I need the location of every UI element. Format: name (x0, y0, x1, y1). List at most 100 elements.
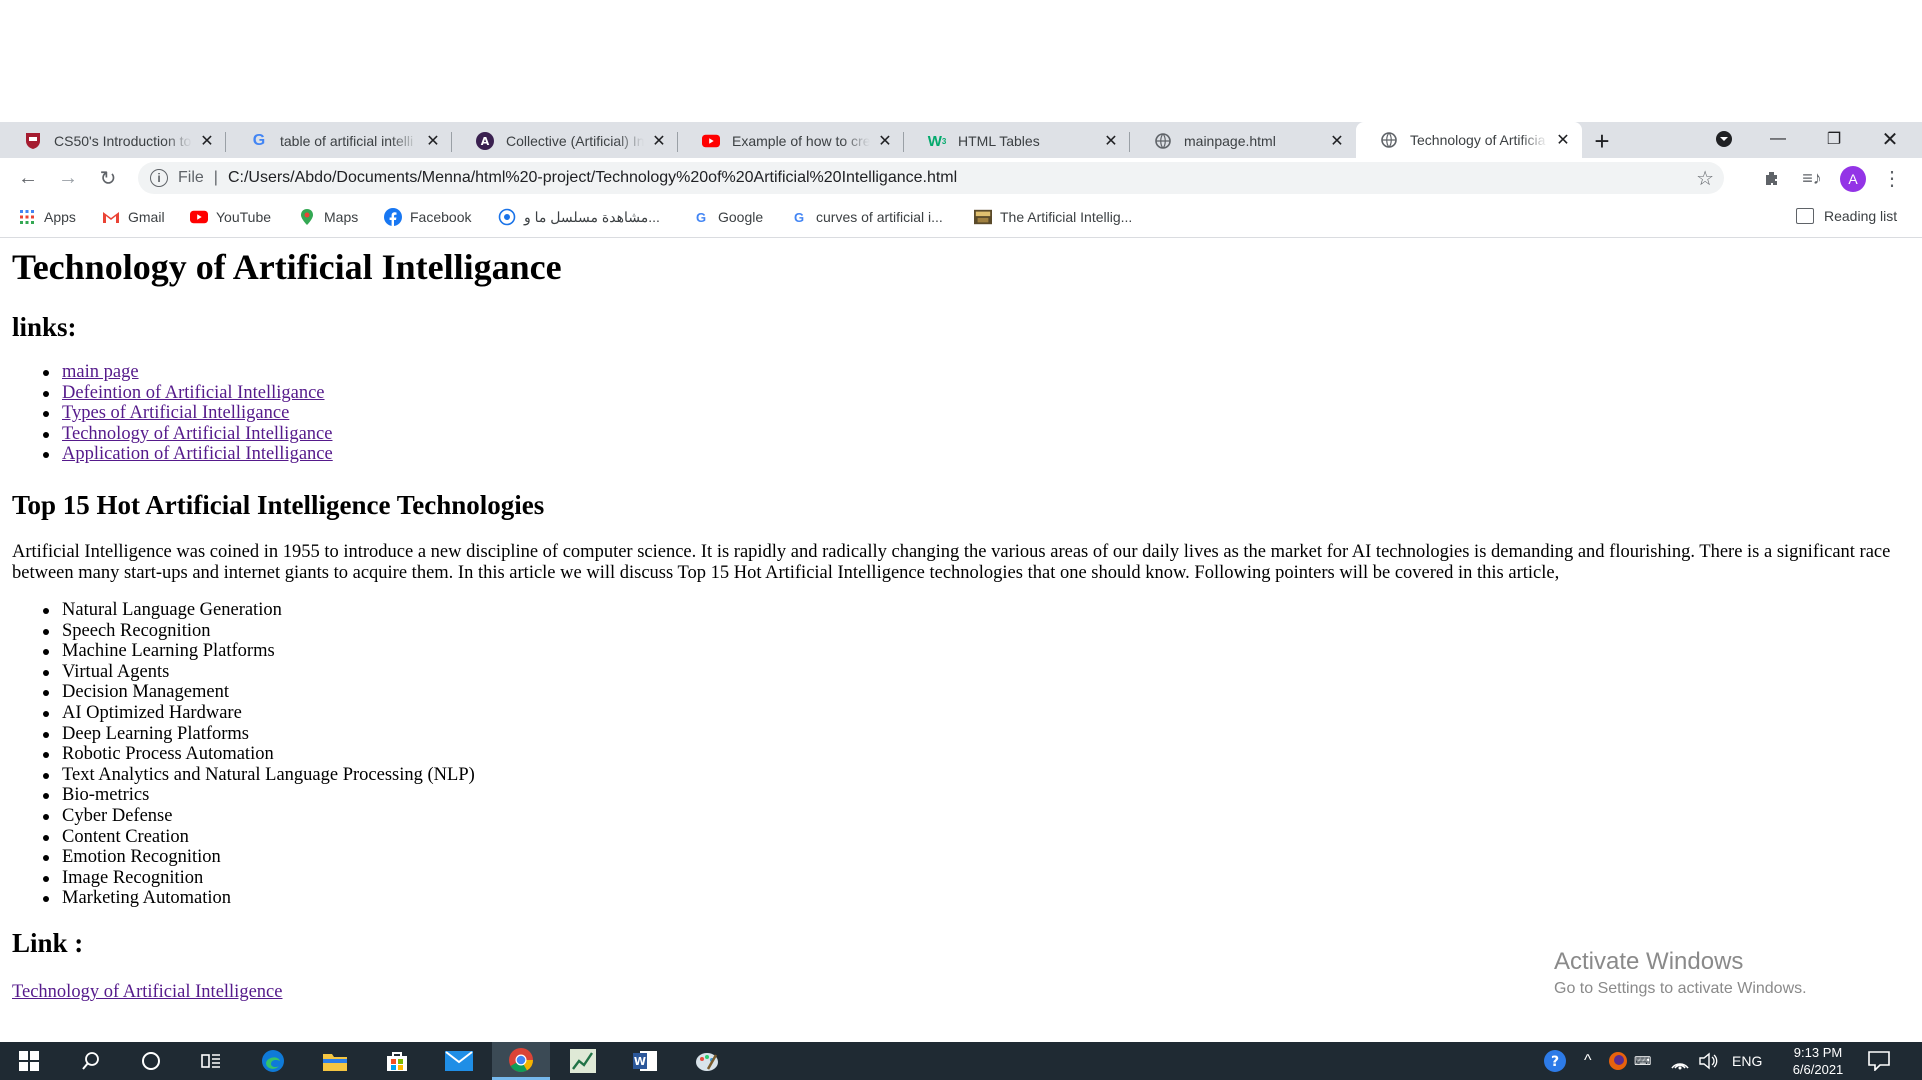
list-item: Marketing Automation (43, 888, 475, 909)
link-types[interactable]: Types of Artificial Intelligance (62, 403, 289, 423)
list-item: AI Optimized Hardware (43, 703, 475, 724)
back-button[interactable]: ← (14, 164, 42, 192)
bookmark-google[interactable]: G Google (692, 208, 763, 226)
tab-strip: CS50's Introduction to ✕ G table of arti… (0, 122, 1922, 158)
close-icon[interactable]: ✕ (198, 132, 216, 150)
globe-icon (1380, 131, 1398, 149)
close-icon[interactable]: ✕ (650, 132, 668, 150)
list-item: main page (43, 362, 333, 383)
task-view-icon[interactable] (182, 1042, 240, 1080)
facebook-icon (384, 208, 402, 226)
bookmark-ai-article[interactable]: The Artificial Intellig... (974, 208, 1132, 226)
tab-html-tables[interactable]: W3 HTML Tables ✕ (904, 124, 1130, 158)
browser-chrome: CS50's Introduction to ✕ G table of arti… (0, 122, 1922, 238)
close-window-button[interactable]: ✕ (1862, 122, 1918, 156)
excel-chart-icon[interactable] (554, 1042, 612, 1080)
location-icon (498, 208, 516, 226)
bookmark-label: مشاهدة مسلسل ما و... (524, 208, 660, 225)
avatar[interactable]: A (1840, 166, 1866, 192)
google-icon: G (793, 209, 805, 225)
link-application[interactable]: Application of Artificial Intelligance (62, 444, 333, 464)
minimize-button[interactable]: — (1750, 122, 1806, 156)
volume-icon[interactable] (1698, 1042, 1718, 1080)
youtube-icon (702, 132, 720, 150)
reading-list-button[interactable]: Reading list (1796, 208, 1897, 224)
start-button[interactable] (0, 1042, 58, 1080)
word-icon[interactable]: W (616, 1042, 674, 1080)
close-icon[interactable]: ✕ (876, 132, 894, 150)
tab-cs50[interactable]: CS50's Introduction to ✕ (0, 124, 226, 158)
bookmark-youtube[interactable]: YouTube (190, 208, 271, 226)
list-item: Decision Management (43, 682, 475, 703)
close-icon[interactable]: ✕ (1102, 132, 1120, 150)
reading-list-label: Reading list (1824, 208, 1898, 224)
bookmark-label: Maps (324, 209, 359, 225)
link-technology[interactable]: Technology of Artificial Intelligance (62, 424, 332, 444)
chevron-up-icon[interactable]: ^ (1584, 1042, 1592, 1080)
link-definition[interactable]: Defeintion of Artificial Intelligance (62, 383, 325, 403)
footer-link[interactable]: Technology of Artificial Intelligence (12, 982, 282, 1002)
language-indicator[interactable]: ENG (1732, 1042, 1762, 1080)
list-item: Cyber Defense (43, 806, 475, 827)
tab-title: mainpage.html (1184, 133, 1276, 149)
bookmark-curves[interactable]: G curves of artificial i... (790, 208, 943, 226)
tab-youtube[interactable]: Example of how to cre ✕ (678, 124, 904, 158)
link-main-page[interactable]: main page (62, 362, 139, 382)
list-item: Technology of Artificial Intelligance (43, 424, 333, 445)
tab-technology-active[interactable]: Technology of Artificia ✕ (1356, 122, 1582, 158)
bookmark-maps[interactable]: Maps (298, 208, 358, 226)
globe-icon (1154, 132, 1172, 150)
forward-button[interactable]: → (54, 164, 82, 192)
taskbar: W ? ^ ⌨ ENG 9:13 PM 6/6/2021 (0, 1042, 1922, 1080)
clock[interactable]: 9:13 PM 6/6/2021 (1772, 1044, 1864, 1078)
address-bar[interactable]: i File | C:/Users/Abdo/Documents/Menna/h… (138, 162, 1724, 194)
chrome-taskbar-icon[interactable] (492, 1042, 550, 1080)
keyboard-icon[interactable]: ⌨ (1634, 1042, 1651, 1080)
mail-icon[interactable] (430, 1042, 488, 1080)
gmail-icon (102, 208, 120, 226)
cortana-icon[interactable] (122, 1042, 180, 1080)
tab-title: Technology of Artificia (1410, 132, 1546, 148)
file-explorer-icon[interactable] (306, 1042, 364, 1080)
close-icon[interactable]: ✕ (1328, 132, 1346, 150)
links-heading: links: (12, 312, 77, 342)
search-icon[interactable] (62, 1042, 120, 1080)
bookmark-facebook[interactable]: Facebook (384, 208, 471, 226)
firefox-tray-icon[interactable] (1608, 1042, 1628, 1080)
notification-icon[interactable] (1868, 1042, 1890, 1080)
clock-time: 9:13 PM (1793, 1045, 1843, 1060)
tab-google-search[interactable]: G table of artificial intelli ✕ (226, 124, 452, 158)
restore-button[interactable]: ❐ (1806, 122, 1862, 156)
bookmark-apps[interactable]: Apps (18, 208, 76, 226)
list-item: Types of Artificial Intelligance (43, 403, 333, 424)
bookmark-arabic-series[interactable]: مشاهدة مسلسل ما و... (498, 208, 660, 226)
tab-collective[interactable]: A Collective (Artificial) In ✕ (452, 124, 678, 158)
watermark-subtitle: Go to Settings to activate Windows. (1554, 980, 1807, 997)
new-tab-button[interactable]: + (1582, 124, 1622, 158)
bookmark-gmail[interactable]: Gmail (102, 208, 165, 226)
close-icon[interactable]: ✕ (424, 132, 442, 150)
bookmark-label: The Artificial Intellig... (1000, 209, 1133, 225)
paint-icon[interactable] (678, 1042, 736, 1080)
section-heading: Top 15 Hot Artificial Intelligence Techn… (12, 490, 545, 520)
close-icon[interactable]: ✕ (1554, 131, 1572, 149)
tab-mainpage[interactable]: mainpage.html ✕ (1130, 124, 1356, 158)
help-icon[interactable]: ? (1542, 1042, 1568, 1080)
list-item: Virtual Agents (43, 662, 475, 683)
wifi-icon[interactable] (1670, 1042, 1690, 1080)
menu-icon[interactable]: ⋮ (1878, 164, 1906, 192)
harvard-shield-icon (24, 132, 42, 150)
reload-button[interactable]: ↻ (94, 164, 122, 192)
list-item: Deep Learning Platforms (43, 724, 475, 745)
tab-search-button[interactable] (1696, 122, 1752, 156)
list-item: Image Recognition (43, 868, 475, 889)
list-item: Bio-metrics (43, 785, 475, 806)
extensions-icon[interactable] (1758, 164, 1786, 192)
store-icon[interactable] (368, 1042, 426, 1080)
info-icon[interactable]: i (150, 169, 168, 187)
media-control-icon[interactable]: ≡♪ (1798, 164, 1826, 192)
edge-icon[interactable] (244, 1042, 302, 1080)
star-icon[interactable]: ☆ (1696, 166, 1714, 191)
bookmark-label: YouTube (216, 209, 272, 225)
bookmark-label: Apps (44, 209, 76, 225)
